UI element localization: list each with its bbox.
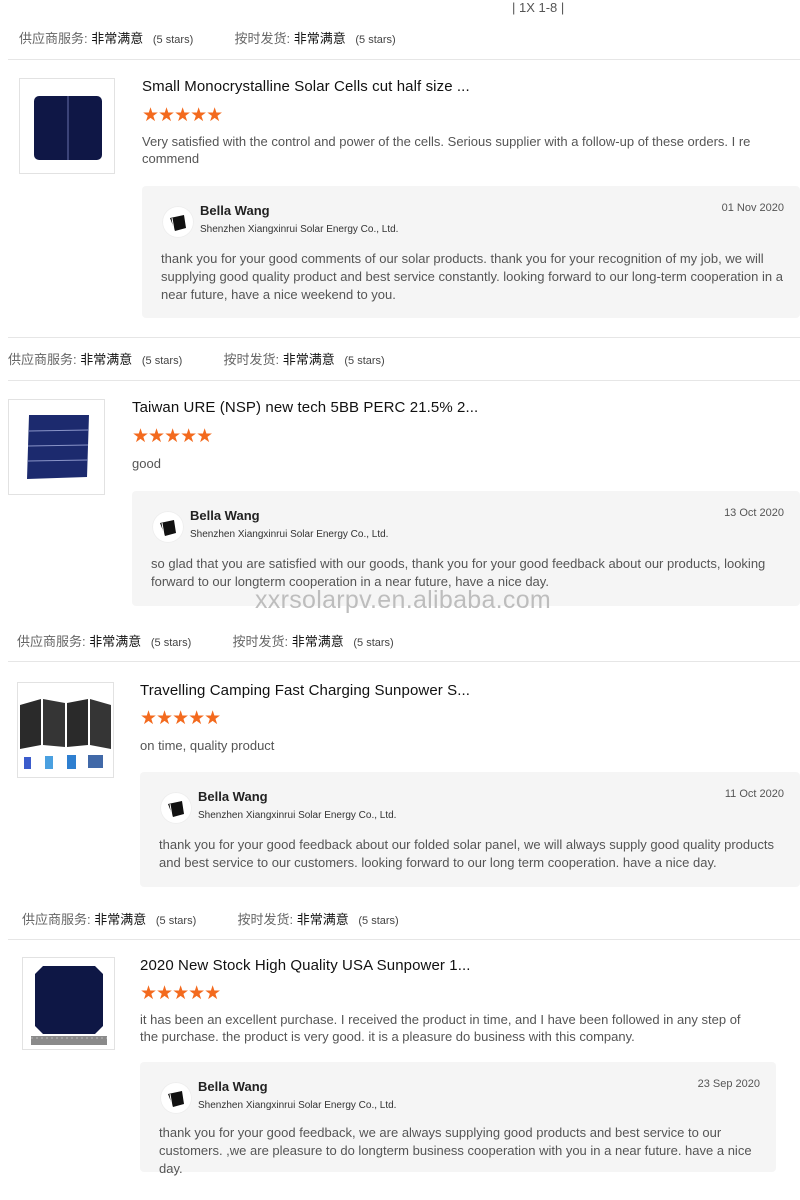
supplier-avatar-icon bbox=[160, 1082, 192, 1114]
product-thumbnail[interactable] bbox=[8, 399, 105, 495]
rating-line: 供应商服务: 非常满意 (5 stars) 按时发货: 非常满意 (5 star… bbox=[8, 349, 385, 368]
folding-panel-image bbox=[20, 699, 111, 769]
service-stars-text: (5 stars) bbox=[150, 637, 192, 649]
supplier-avatar-icon bbox=[162, 206, 194, 238]
divider bbox=[8, 337, 800, 338]
review-comment: on time, quality product bbox=[140, 738, 275, 753]
reply-text: thank you for your good feedback about o… bbox=[159, 837, 774, 870]
delivery-stars-text: (5 stars) bbox=[358, 915, 399, 927]
service-value: 非常满意 bbox=[91, 31, 144, 46]
delivery-value: 非常满意 bbox=[293, 31, 346, 46]
delivery-stars-text: (5 stars) bbox=[353, 637, 394, 649]
divider bbox=[8, 661, 800, 662]
star-rating: ★★★★★ bbox=[142, 105, 223, 126]
solar-cell-image bbox=[34, 96, 102, 160]
supplier-avatar-icon bbox=[160, 792, 192, 824]
supplier-avatar-icon bbox=[152, 511, 184, 543]
service-stars-text: (5 stars) bbox=[155, 915, 197, 927]
reply-author: Bella Wang bbox=[198, 1079, 268, 1094]
service-stars-text: (5 stars) bbox=[141, 355, 183, 367]
delivery-value: 非常满意 bbox=[291, 634, 344, 649]
reply-author: Bella Wang bbox=[198, 789, 268, 804]
delivery-stars-text: (5 stars) bbox=[355, 34, 396, 46]
review-comment: it has been an excellent purchase. I rec… bbox=[140, 1012, 741, 1044]
service-label: 供应商服务: bbox=[22, 912, 91, 927]
delivery-value: 非常满意 bbox=[296, 912, 349, 927]
service-label: 供应商服务: bbox=[8, 352, 77, 367]
solar-cell-image bbox=[27, 415, 90, 479]
service-label: 供应商服务: bbox=[19, 31, 88, 46]
delivery-label: 按时发货: bbox=[237, 912, 294, 927]
reply-date: 13 Oct 2020 bbox=[724, 507, 784, 519]
reply-author: Bella Wang bbox=[190, 508, 260, 523]
reply-company: Shenzhen Xiangxinrui Solar Energy Co., L… bbox=[200, 224, 399, 235]
service-value: 非常满意 bbox=[89, 634, 142, 649]
delivery-value: 非常满意 bbox=[282, 352, 335, 367]
star-rating: ★★★★★ bbox=[132, 426, 213, 447]
rating-line: 供应商服务: 非常满意 (5 stars) 按时发货: 非常满意 (5 star… bbox=[22, 909, 399, 928]
pagination-fragment: | 1X 1-8 | bbox=[512, 0, 565, 15]
review-comment: Very satisfied with the control and powe… bbox=[142, 134, 751, 166]
product-thumbnail[interactable] bbox=[17, 682, 114, 778]
product-thumbnail[interactable] bbox=[22, 957, 115, 1050]
product-title[interactable]: Small Monocrystalline Solar Cells cut ha… bbox=[142, 78, 470, 95]
service-label: 供应商服务: bbox=[17, 634, 86, 649]
reply-text: thank you for your good feedback, we are… bbox=[159, 1125, 752, 1176]
delivery-stars-text: (5 stars) bbox=[344, 355, 385, 367]
product-title[interactable]: Travelling Camping Fast Charging Sunpowe… bbox=[140, 682, 470, 699]
reply-company: Shenzhen Xiangxinrui Solar Energy Co., L… bbox=[198, 1100, 397, 1111]
reply-company: Shenzhen Xiangxinrui Solar Energy Co., L… bbox=[190, 529, 389, 540]
supplier-reply: Bella Wang Shenzhen Xiangxinrui Solar En… bbox=[140, 1062, 776, 1176]
service-value: 非常满意 bbox=[80, 352, 133, 367]
reply-date: 01 Nov 2020 bbox=[721, 202, 784, 214]
reply-author: Bella Wang bbox=[200, 203, 270, 218]
review-comment: good bbox=[132, 456, 161, 471]
solar-cell-image bbox=[31, 966, 107, 1045]
reply-date: 11 Oct 2020 bbox=[724, 788, 784, 800]
divider bbox=[8, 59, 800, 60]
delivery-label: 按时发货: bbox=[234, 31, 291, 46]
service-stars-text: (5 stars) bbox=[152, 34, 194, 46]
watermark: xxrsolarpv.en.alibaba.com bbox=[255, 586, 552, 614]
service-value: 非常满意 bbox=[94, 912, 147, 927]
star-rating: ★★★★★ bbox=[140, 983, 221, 1004]
product-thumbnail[interactable] bbox=[19, 78, 115, 174]
reply-date: 23 Sep 2020 bbox=[697, 1078, 760, 1090]
supplier-reply: Bella Wang Shenzhen Xiangxinrui Solar En… bbox=[140, 772, 800, 887]
rating-line: 供应商服务: 非常满意 (5 stars) 按时发货: 非常满意 (5 star… bbox=[19, 28, 396, 47]
divider bbox=[8, 939, 800, 940]
rating-line: 供应商服务: 非常满意 (5 stars) 按时发货: 非常满意 (5 star… bbox=[17, 631, 394, 650]
delivery-label: 按时发货: bbox=[223, 352, 280, 367]
star-rating: ★★★★★ bbox=[140, 708, 221, 729]
reply-text: thank you for your good comments of our … bbox=[161, 251, 783, 302]
delivery-label: 按时发货: bbox=[232, 634, 289, 649]
product-title[interactable]: Taiwan URE (NSP) new tech 5BB PERC 21.5%… bbox=[132, 399, 478, 416]
divider bbox=[8, 380, 800, 381]
reply-company: Shenzhen Xiangxinrui Solar Energy Co., L… bbox=[198, 810, 397, 821]
supplier-reply: Bella Wang Shenzhen Xiangxinrui Solar En… bbox=[142, 186, 800, 318]
product-title[interactable]: 2020 New Stock High Quality USA Sunpower… bbox=[140, 957, 471, 974]
